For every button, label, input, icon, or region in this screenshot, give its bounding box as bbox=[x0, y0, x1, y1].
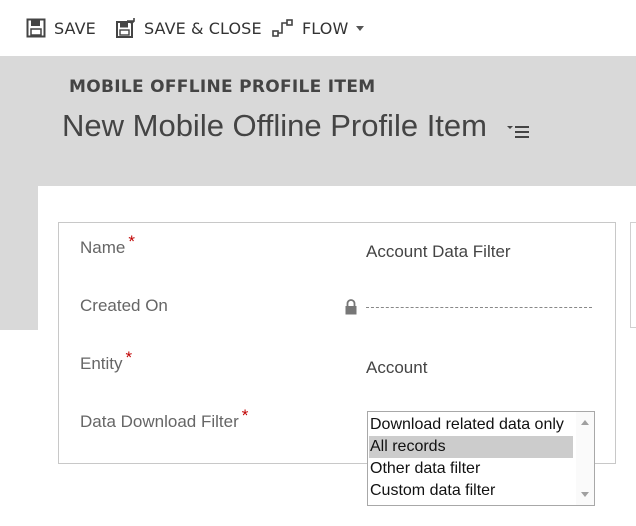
menu-icon[interactable] bbox=[506, 123, 530, 141]
scroll-down-icon[interactable] bbox=[581, 492, 589, 497]
save-and-close-button[interactable]: SAVE & CLOSE bbox=[116, 13, 262, 43]
required-marker: * bbox=[125, 348, 133, 367]
save-close-label: SAVE & CLOSE bbox=[144, 18, 262, 38]
header-band-extension bbox=[0, 186, 38, 330]
page-title: New Mobile Offline Profile Item bbox=[62, 108, 487, 143]
lock-icon bbox=[344, 299, 358, 315]
data-download-filter-label: Data Download Filter * bbox=[80, 406, 249, 431]
created-on-label: Created On bbox=[80, 296, 168, 315]
name-field[interactable]: Account Data Filter bbox=[366, 242, 511, 262]
entity-type-label: MOBILE OFFLINE PROFILE ITEM bbox=[69, 77, 376, 97]
flow-button[interactable]: FLOW bbox=[272, 13, 365, 43]
required-marker: * bbox=[128, 232, 135, 251]
data-download-filter-listbox[interactable]: Download related data only All records O… bbox=[367, 411, 595, 506]
save-button[interactable]: SAVE bbox=[26, 13, 96, 43]
save-label: SAVE bbox=[54, 18, 96, 38]
entity-field[interactable]: Account bbox=[366, 358, 427, 378]
listbox-option[interactable]: Download related data only bbox=[369, 414, 573, 436]
listbox-scrollbar[interactable] bbox=[576, 412, 594, 505]
listbox-option-selected[interactable]: All records bbox=[369, 436, 573, 458]
required-marker: * bbox=[241, 406, 249, 425]
name-label: Name * bbox=[80, 232, 135, 257]
save-close-icon bbox=[116, 17, 136, 39]
flow-icon bbox=[272, 18, 294, 38]
adjacent-section-edge bbox=[630, 222, 636, 328]
chevron-down-icon bbox=[356, 25, 365, 31]
created-on-field bbox=[366, 307, 592, 308]
save-icon bbox=[26, 18, 46, 38]
listbox-option[interactable]: Other data filter bbox=[369, 458, 573, 480]
flow-label: FLOW bbox=[302, 18, 349, 38]
entity-label: Entity * bbox=[80, 348, 133, 373]
listbox-option[interactable]: Custom data filter bbox=[369, 480, 573, 502]
command-bar: SAVE SAVE & CLOSE FLOW bbox=[0, 0, 636, 56]
scroll-up-icon[interactable] bbox=[581, 420, 589, 425]
